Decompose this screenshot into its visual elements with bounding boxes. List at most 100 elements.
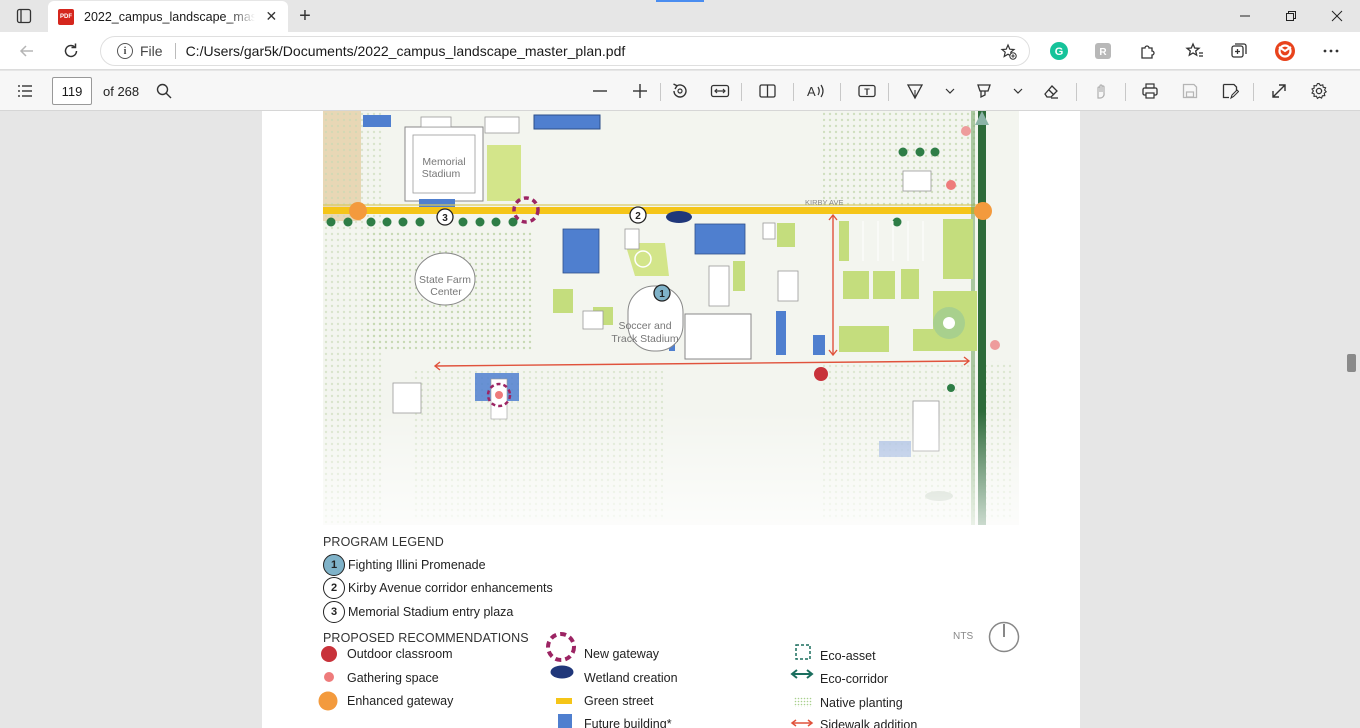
save-button[interactable] bbox=[1177, 78, 1203, 104]
search-button[interactable] bbox=[151, 78, 177, 104]
close-window-button[interactable] bbox=[1314, 0, 1360, 32]
map-marker-2: 2 bbox=[629, 206, 647, 224]
svg-text:G: G bbox=[1055, 46, 1064, 58]
native-planting-icon bbox=[794, 697, 812, 707]
tab-strip: PDF 2022_campus_landscape_master_plan.pd… bbox=[0, 0, 1360, 32]
print-button[interactable] bbox=[1137, 78, 1163, 104]
collections-icon[interactable] bbox=[1228, 40, 1250, 62]
recommendations-title: PROPOSED RECOMMENDATIONS bbox=[323, 631, 529, 645]
erase-button[interactable] bbox=[1038, 78, 1064, 104]
svg-text:1: 1 bbox=[659, 289, 665, 300]
highlight-button[interactable] bbox=[971, 78, 997, 104]
toolbar-separator bbox=[660, 83, 661, 101]
refresh-button[interactable] bbox=[56, 36, 86, 66]
toolbar-separator bbox=[741, 83, 742, 101]
restore-button[interactable] bbox=[1268, 0, 1314, 32]
svg-text:A: A bbox=[807, 84, 816, 99]
pdf-viewer[interactable]: Memorial Stadium KIRBY AVE State Farm Ce… bbox=[0, 111, 1360, 728]
tab-actions-button[interactable] bbox=[8, 4, 40, 28]
zoom-in-button[interactable] bbox=[627, 78, 653, 104]
read-aloud-button[interactable]: A bbox=[804, 78, 830, 104]
new-tab-button[interactable]: + bbox=[292, 4, 318, 28]
drag-accent bbox=[656, 0, 704, 2]
legend-green-street: Green street bbox=[584, 694, 654, 708]
draw-options-dropdown[interactable] bbox=[937, 78, 963, 104]
fit-width-button[interactable] bbox=[707, 78, 733, 104]
legend-item-2: 2 Kirby Avenue corridor enhancements bbox=[323, 577, 553, 599]
pdf-settings-button[interactable] bbox=[1306, 78, 1332, 104]
legend-outdoor-classroom: Outdoor classroom bbox=[347, 647, 453, 661]
scrollbar-thumb[interactable] bbox=[1347, 354, 1356, 372]
reader-extension-icon[interactable]: R bbox=[1092, 40, 1114, 62]
save-as-button[interactable] bbox=[1217, 78, 1243, 104]
minimize-button[interactable] bbox=[1222, 0, 1268, 32]
green-street-icon bbox=[556, 698, 572, 704]
legend-item-1: 1 Fighting Illini Promenade bbox=[323, 554, 486, 576]
chevron-down-icon bbox=[945, 88, 955, 94]
svg-text:T: T bbox=[864, 87, 870, 97]
tab-title: 2022_campus_landscape_master_plan.pdf bbox=[84, 9, 255, 24]
touch-write-button[interactable] bbox=[1088, 78, 1114, 104]
eco-asset-icon bbox=[795, 644, 811, 660]
legend-eco-corridor: Eco-corridor bbox=[820, 672, 889, 686]
contents-button[interactable] bbox=[12, 78, 38, 104]
toolbar-separator bbox=[793, 83, 794, 101]
tab-actions-icon bbox=[16, 8, 32, 24]
map-label-memorial-stadium: Stadium bbox=[422, 168, 461, 180]
back-button[interactable] bbox=[12, 36, 42, 66]
map-label-state-farm-center: Center bbox=[430, 286, 462, 298]
legend-wetland-creation: Wetland creation bbox=[584, 671, 678, 685]
profile-avatar-icon[interactable] bbox=[1274, 40, 1296, 62]
enhanced-gateway-icon bbox=[318, 691, 338, 711]
save-disk-icon bbox=[1182, 83, 1198, 99]
map-label-memorial-stadium: Memorial bbox=[422, 156, 465, 168]
gathering-space-icon bbox=[324, 672, 334, 682]
toolbar-separator bbox=[840, 83, 841, 101]
url-field[interactable]: i File C:/Users/gar5k/Documents/2022_cam… bbox=[100, 36, 1030, 66]
vertical-scrollbar[interactable] bbox=[1344, 111, 1360, 728]
highlighter-icon bbox=[977, 84, 991, 99]
close-icon bbox=[1331, 10, 1343, 22]
rotate-button[interactable] bbox=[667, 78, 693, 104]
draw-button[interactable] bbox=[902, 78, 928, 104]
map-label-state-farm-center: State Farm bbox=[419, 274, 471, 286]
tab-close-icon[interactable]: ✕ bbox=[263, 8, 280, 25]
rotate-icon bbox=[673, 83, 687, 98]
future-building-icon bbox=[558, 714, 572, 728]
printer-icon bbox=[1142, 83, 1158, 99]
save-as-icon bbox=[1222, 83, 1239, 100]
map-marker-3: 3 bbox=[436, 208, 454, 226]
wetland-icon bbox=[550, 665, 574, 679]
chevron-down-icon bbox=[1013, 88, 1023, 94]
legend-sidewalk-addition: Sidewalk addition bbox=[820, 718, 918, 728]
page-view-button[interactable] bbox=[755, 78, 781, 104]
pdf-toolbar: 119 of 268 A T bbox=[0, 71, 1360, 111]
legend-number-badge: 2 bbox=[323, 577, 345, 599]
grammarly-extension-icon[interactable]: G bbox=[1048, 40, 1070, 62]
favorites-icon[interactable] bbox=[1184, 40, 1206, 62]
map-marker-1: 1 bbox=[653, 284, 671, 302]
legend-item-3: 3 Memorial Stadium entry plaza bbox=[323, 601, 513, 623]
outdoor-classroom-icon bbox=[321, 646, 337, 662]
extensions-icon[interactable] bbox=[1136, 40, 1158, 62]
table-of-contents-icon bbox=[18, 85, 32, 97]
zoom-out-button[interactable] bbox=[587, 78, 613, 104]
gear-icon bbox=[1311, 82, 1328, 100]
address-bar: i File C:/Users/gar5k/Documents/2022_cam… bbox=[0, 32, 1360, 70]
add-text-button[interactable]: T bbox=[854, 78, 880, 104]
eco-corridor-icon bbox=[790, 669, 814, 679]
add-favorite-icon[interactable] bbox=[999, 42, 1019, 62]
highlight-options-dropdown[interactable] bbox=[1005, 78, 1031, 104]
page-number-input[interactable]: 119 bbox=[52, 77, 92, 105]
toolbar-separator bbox=[1125, 83, 1126, 101]
svg-text:2: 2 bbox=[635, 211, 641, 222]
legend-number-badge: 3 bbox=[323, 601, 345, 623]
pdf-file-icon: PDF bbox=[58, 8, 74, 25]
back-arrow-icon bbox=[19, 45, 33, 57]
eraser-icon bbox=[1044, 85, 1058, 99]
nts-label: NTS bbox=[953, 631, 974, 642]
info-icon[interactable]: i bbox=[117, 43, 133, 59]
active-tab[interactable]: PDF 2022_campus_landscape_master_plan.pd… bbox=[48, 1, 288, 32]
fullscreen-button[interactable] bbox=[1266, 78, 1292, 104]
settings-more-icon[interactable] bbox=[1320, 40, 1342, 62]
